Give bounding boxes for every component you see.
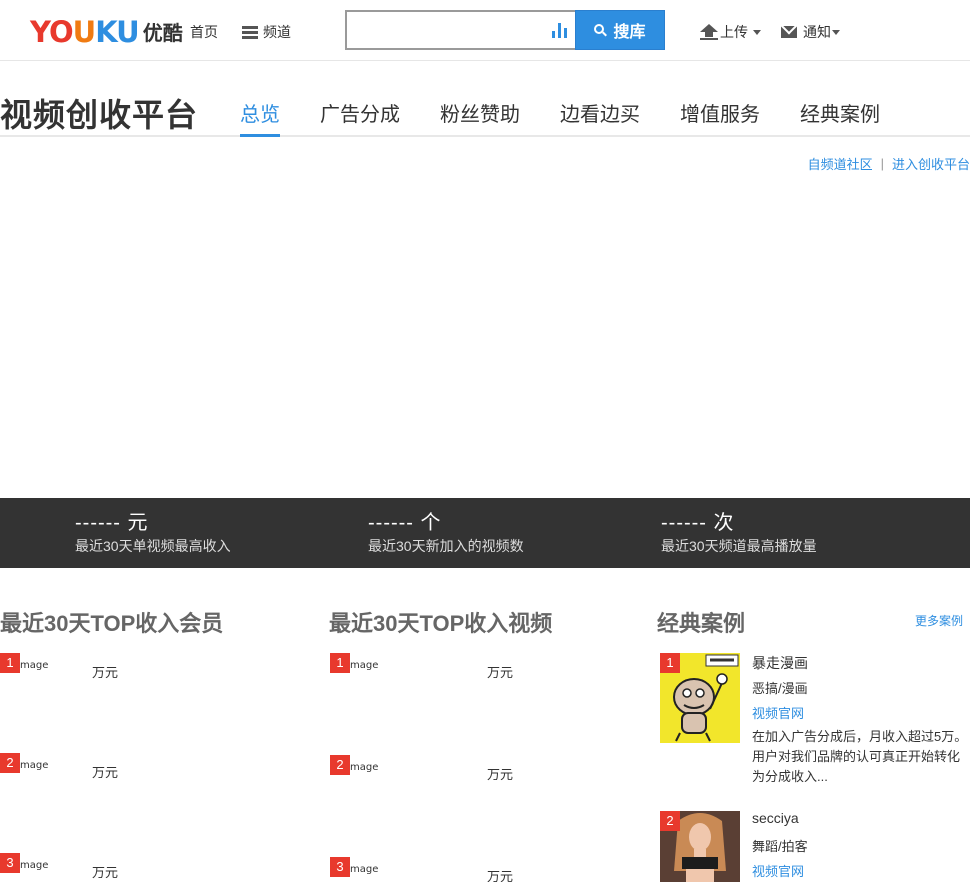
bar-chart-icon[interactable] (552, 23, 568, 38)
rank-badge: 2 (330, 755, 350, 775)
community-link[interactable]: 自频道社区 (808, 154, 873, 173)
menu-icon (242, 25, 258, 39)
search-button-label: 搜库 (613, 24, 646, 41)
member-avatar-image[interactable]: mage (20, 860, 48, 871)
stat-new-videos: ------ 个 最近30天新加入的视频数 (368, 510, 524, 556)
tab-divider (0, 135, 970, 137)
platform-links: 自频道社区 | 进入创收平台 (808, 154, 970, 173)
income-amount: 万元 (92, 665, 119, 680)
tab-value-added-services[interactable]: 增值服务 (680, 98, 760, 127)
nav-channel-menu[interactable]: 频道 (242, 22, 291, 42)
rank-badge: 3 (0, 853, 20, 873)
video-thumbnail-image[interactable]: mage (350, 864, 378, 875)
video-thumbnail-image[interactable]: mage (350, 660, 378, 671)
top-navigation-bar: YOUKU 优酷 首页 频道 搜库 上传 通知 (0, 0, 970, 61)
enter-platform-link[interactable]: 进入创收平台 (892, 154, 970, 173)
upload-menu[interactable]: 上传 (700, 22, 761, 42)
stat-label: 最近30天单视频最高收入 (75, 538, 231, 554)
tab-ad-revenue[interactable]: 广告分成 (320, 98, 400, 127)
rank-badge: 1 (660, 653, 680, 673)
income-amount: 万元 (92, 765, 119, 780)
notification-label: 通知 (803, 24, 831, 40)
stat-value: ------ 个 (368, 512, 442, 534)
chevron-down-icon (832, 29, 840, 35)
page-title: 视频创收平台 (0, 97, 199, 133)
top-videos-title: 最近30天TOP收入视频 (329, 611, 553, 636)
more-cases-link[interactable]: 更多案例 (915, 612, 963, 629)
stat-top-channel-plays: ------ 次 最近30天频道最高播放量 (661, 510, 817, 556)
upload-icon (700, 24, 718, 40)
tab-watch-and-buy[interactable]: 边看边买 (560, 98, 640, 127)
stat-top-video-income: ------ 元 最近30天单视频最高收入 (75, 510, 231, 556)
stat-label: 最近30天新加入的视频数 (368, 538, 524, 554)
youku-logo[interactable]: YOUKU 优酷 (30, 14, 183, 48)
active-tab-indicator (240, 134, 280, 137)
tab-overview[interactable]: 总览 (240, 98, 280, 127)
search-icon (594, 23, 608, 37)
income-amount: 万元 (92, 865, 119, 880)
envelope-icon (781, 26, 797, 38)
logo-wordmark: YOUKU (30, 15, 140, 49)
upload-label: 上传 (720, 24, 748, 40)
case-official-site-link[interactable]: 视频官网 (752, 703, 804, 722)
case-name[interactable]: 暴走漫画 (752, 653, 808, 673)
rank-badge: 2 (0, 753, 20, 773)
case-description: 在加入广告分成后，月收入超过5万。用户对我们品牌的认可真正开始转化为分成收入..… (752, 729, 968, 784)
nav-home-link[interactable]: 首页 (190, 22, 218, 42)
rank-badge: 2 (660, 811, 680, 831)
logo-chinese: 优酷 (142, 21, 183, 45)
stat-value: ------ 元 (75, 512, 149, 534)
classic-cases-title: 经典案例 (657, 611, 746, 636)
search-input[interactable] (345, 10, 576, 50)
rank-badge: 1 (0, 653, 20, 673)
video-thumbnail-image[interactable]: mage (350, 762, 378, 773)
stat-value: ------ 次 (661, 512, 735, 534)
tab-fan-sponsorship[interactable]: 粉丝赞助 (440, 98, 520, 127)
member-avatar-image[interactable]: mage (20, 660, 48, 671)
stats-band: ------ 元 最近30天单视频最高收入 ------ 个 最近30天新加入的… (0, 498, 970, 568)
case-category: 舞蹈/拍客 (752, 839, 808, 854)
income-amount: 万元 (487, 665, 514, 680)
income-amount: 万元 (487, 869, 514, 882)
stat-label: 最近30天频道最高播放量 (661, 538, 817, 554)
case-name[interactable]: secciya (752, 810, 799, 826)
tab-classic-cases[interactable]: 经典案例 (800, 98, 880, 127)
rank-badge: 1 (330, 653, 350, 673)
member-avatar-image[interactable]: mage (20, 760, 48, 771)
search-button[interactable]: 搜库 (575, 10, 665, 50)
chevron-down-icon (753, 29, 761, 35)
link-separator: | (880, 156, 884, 171)
nav-channel-label: 频道 (263, 24, 291, 40)
top-members-title: 最近30天TOP收入会员 (0, 611, 224, 636)
notification-menu[interactable]: 通知 (781, 22, 840, 42)
income-amount: 万元 (487, 767, 514, 782)
case-category: 恶搞/漫画 (752, 681, 808, 696)
case-official-site-link[interactable]: 视频官网 (752, 861, 804, 880)
rank-badge: 3 (330, 857, 350, 877)
